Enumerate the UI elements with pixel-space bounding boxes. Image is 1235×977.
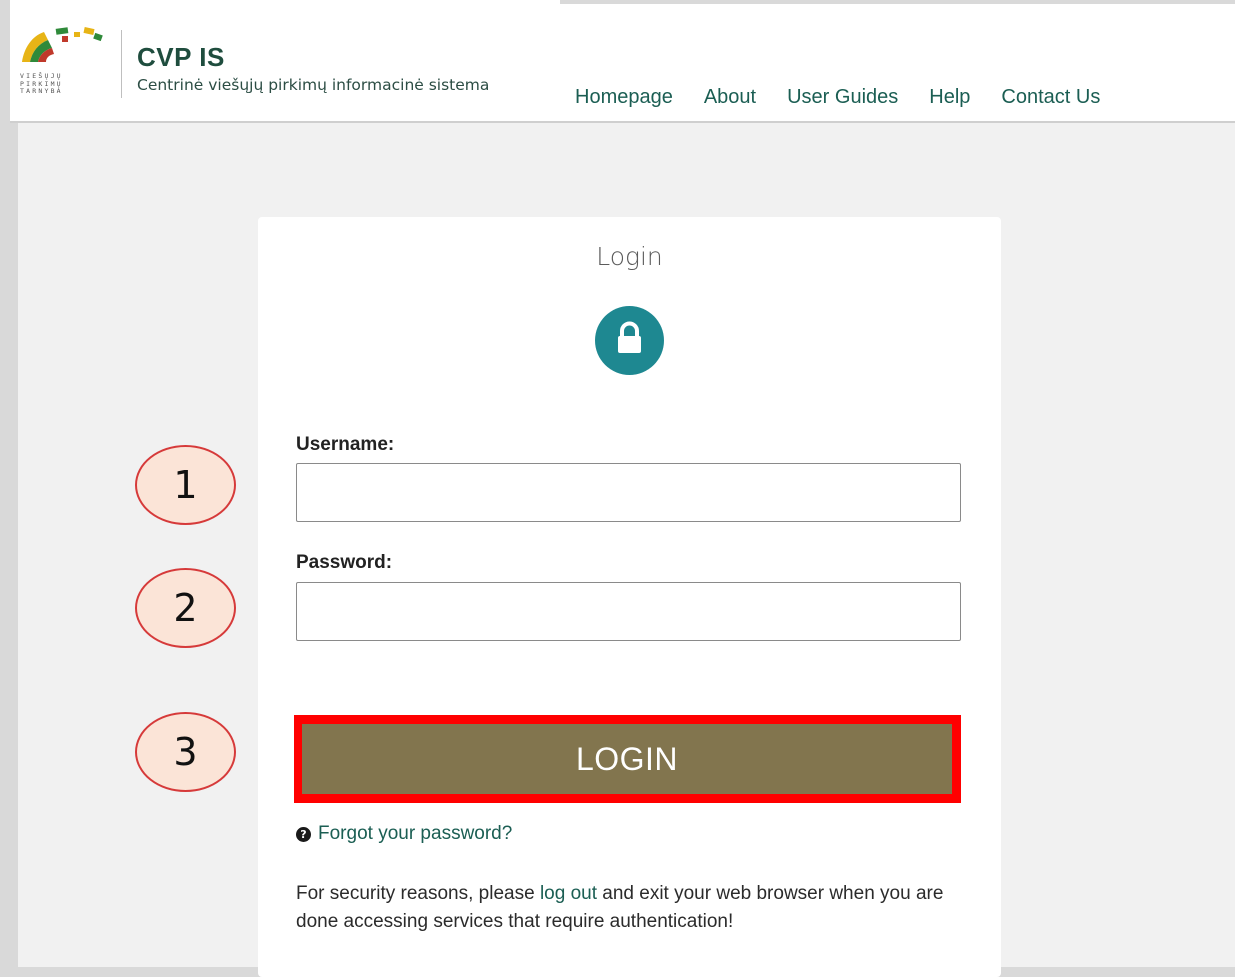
nav-contact-us[interactable]: Contact Us (1001, 86, 1100, 108)
nav-help[interactable]: Help (929, 86, 970, 108)
login-button[interactable]: LOGIN (302, 724, 952, 794)
security-text-start: For security reasons, please (296, 883, 540, 904)
agency-logo-icon[interactable] (18, 22, 110, 64)
nav-about[interactable]: About (704, 86, 756, 108)
username-label: Username: (296, 434, 395, 455)
nav-homepage[interactable]: Homepage (575, 86, 673, 108)
logo-divider (121, 30, 122, 98)
security-notice: For security reasons, please log out and… (296, 880, 966, 936)
brand-subtitle: Centrinė viešųjų pirkimų informacinė sis… (137, 76, 490, 94)
callout-step-3: 3 (135, 712, 236, 792)
agency-name-text: VIEŠŲJŲ PIRKIMŲ TARNYBA (20, 72, 90, 96)
nav-user-guides[interactable]: User Guides (787, 86, 898, 108)
main-nav: Homepage About User Guides Help Contact … (575, 86, 1131, 108)
username-input[interactable] (296, 463, 961, 522)
password-label: Password: (296, 552, 393, 573)
logout-link[interactable]: log out (540, 883, 597, 904)
login-title: Login (596, 242, 663, 271)
question-circle-icon: ? (296, 826, 311, 842)
brand-title[interactable]: CVP IS (137, 42, 225, 72)
lock-badge (595, 306, 664, 375)
lock-icon (618, 321, 641, 353)
forgot-password-link[interactable]: Forgot your password? (318, 823, 512, 845)
forgot-password: ? Forgot your password? (296, 823, 512, 845)
callout-step-1: 1 (135, 445, 236, 525)
callout-step-2: 2 (135, 568, 236, 648)
password-input[interactable] (296, 582, 961, 641)
header-top-strip (560, 0, 1235, 4)
agency-line-3: TARNYBA (20, 87, 63, 95)
